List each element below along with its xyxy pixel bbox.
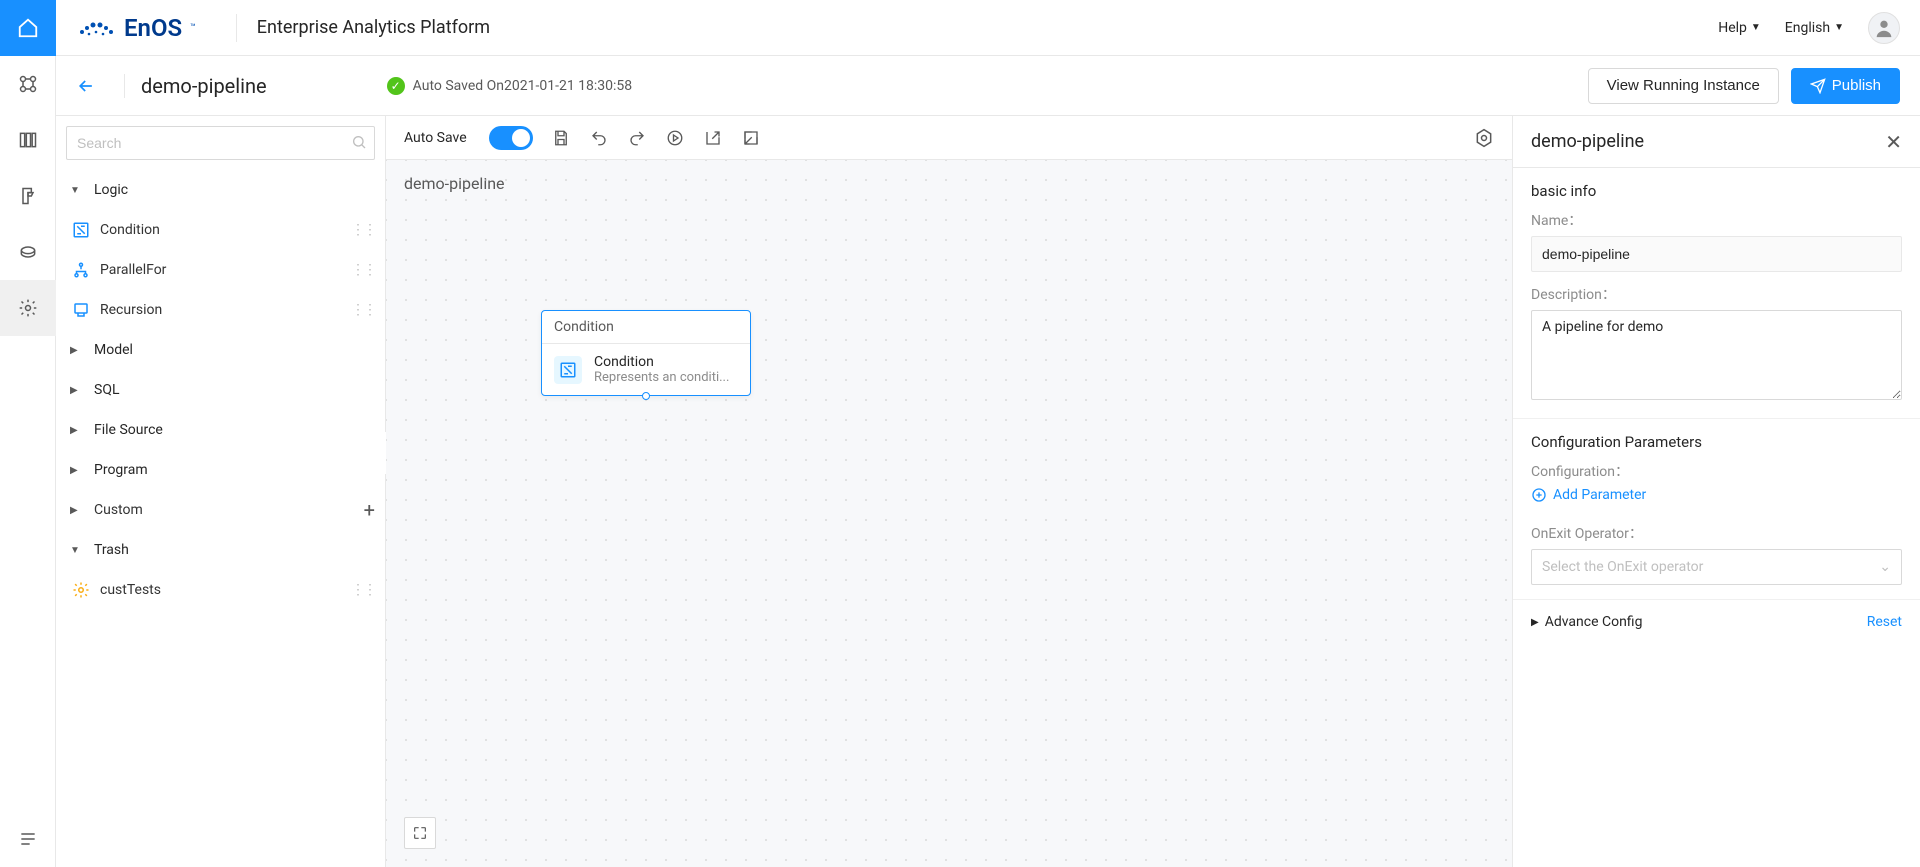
publish-button[interactable]: Publish <box>1791 68 1900 104</box>
chevron-down-icon: ⌄ <box>1879 559 1891 575</box>
node-desc: Represents an conditi... <box>594 370 729 385</box>
send-icon <box>1810 78 1826 94</box>
onexit-select[interactable]: Select the OnExit operator ⌄ <box>1531 549 1902 585</box>
recursion-icon <box>70 301 92 319</box>
condition-icon <box>554 356 582 384</box>
avatar[interactable] <box>1868 12 1900 44</box>
header: EnOS™ Enterprise Analytics Platform Help… <box>56 0 1920 56</box>
publish-label: Publish <box>1832 77 1881 94</box>
chevron-right-icon: ▶ <box>1531 617 1539 628</box>
tree-group-trash[interactable]: ▼Trash <box>56 530 385 570</box>
plus-circle-icon <box>1531 487 1547 503</box>
reset-button[interactable]: Reset <box>1867 614 1902 630</box>
view-running-instance-button[interactable]: View Running Instance <box>1588 68 1779 104</box>
nav-icon-3[interactable] <box>0 168 56 224</box>
config-params-heading: Configuration Parameters <box>1531 433 1902 451</box>
add-parameter-button[interactable]: Add Parameter <box>1531 487 1646 503</box>
description-textarea[interactable] <box>1531 310 1902 400</box>
canvas-title: demo-pipeline <box>404 174 505 193</box>
tree-group-model[interactable]: ▶Model <box>56 330 385 370</box>
tree-group-program[interactable]: ▶Program <box>56 450 385 490</box>
tree-item-parallelfor[interactable]: ParallelFor ⋮⋮ <box>56 250 385 290</box>
tree-group-custom[interactable]: ▶ Custom + <box>56 490 385 530</box>
drag-handle-icon[interactable]: ⋮⋮ <box>351 302 375 318</box>
onexit-label: OnExit Operator： <box>1531 523 1902 543</box>
language-dropdown[interactable]: English ▼ <box>1785 20 1844 36</box>
drag-handle-icon[interactable]: ⋮⋮ <box>351 222 375 238</box>
help-dropdown[interactable]: Help ▼ <box>1718 20 1761 36</box>
run-icon[interactable] <box>665 128 685 148</box>
check-circle-icon: ✓ <box>387 77 405 95</box>
nav-icon-4[interactable] <box>0 224 56 280</box>
basic-info-heading: basic info <box>1531 182 1902 200</box>
drag-handle-icon[interactable]: ⋮⋮ <box>351 582 375 598</box>
node-output-port[interactable] <box>642 392 650 400</box>
search-icon <box>351 134 367 150</box>
tree-group-file-source[interactable]: ▶File Source <box>56 410 385 450</box>
chevron-right-icon: ▶ <box>70 385 84 396</box>
home-icon[interactable] <box>0 0 56 56</box>
chevron-right-icon: ▶ <box>70 505 84 516</box>
undo-icon[interactable] <box>589 128 609 148</box>
import-icon[interactable] <box>741 128 761 148</box>
gear-icon <box>70 581 92 599</box>
tree-group-logic[interactable]: ▼Logic <box>56 170 385 210</box>
chevron-right-icon: ▶ <box>70 465 84 476</box>
pipeline-name: demo-pipeline <box>141 74 267 98</box>
condition-icon <box>70 221 92 239</box>
component-tree: ▼Logic Condition ⋮⋮ ParallelFor ⋮⋮ Recur… <box>56 170 385 867</box>
chevron-down-icon: ▼ <box>1834 22 1844 33</box>
plus-icon[interactable]: + <box>364 498 375 522</box>
nav-icon-collapse[interactable] <box>0 811 56 867</box>
drag-handle-icon[interactable]: ⋮⋮ <box>351 262 375 278</box>
canvas-wrap: Auto Save demo-pipeline Condition <box>386 116 1512 867</box>
tree-group-sql[interactable]: ▶SQL <box>56 370 385 410</box>
settings-hex-icon[interactable] <box>1474 128 1494 148</box>
auto-save-toggle[interactable] <box>489 126 533 150</box>
auto-save-text: Auto Saved On2021-01-21 18:30:58 <box>413 78 633 94</box>
node-title: Condition <box>594 354 729 370</box>
redo-icon[interactable] <box>627 128 647 148</box>
components-panel: ▼Logic Condition ⋮⋮ ParallelFor ⋮⋮ Recur… <box>56 116 386 867</box>
search-input[interactable] <box>66 126 375 160</box>
auto-save-status: ✓ Auto Saved On2021-01-21 18:30:58 <box>387 77 633 95</box>
chevron-down-icon: ▼ <box>70 545 84 556</box>
header-title: Enterprise Analytics Platform <box>257 17 490 38</box>
chevron-down-icon: ▼ <box>70 185 84 196</box>
name-input[interactable] <box>1531 236 1902 272</box>
chevron-right-icon: ▶ <box>70 425 84 436</box>
chevron-down-icon: ▼ <box>1751 22 1761 33</box>
canvas-toolbar: Auto Save <box>386 116 1512 160</box>
nav-icon-settings[interactable] <box>0 280 56 336</box>
canvas-node-condition[interactable]: Condition Condition Represents an condit… <box>541 310 751 396</box>
help-label: Help <box>1718 20 1747 36</box>
tree-item-condition[interactable]: Condition ⋮⋮ <box>56 210 385 250</box>
logo: EnOS™ <box>76 14 196 42</box>
language-label: English <box>1785 20 1830 36</box>
back-arrow-icon[interactable] <box>76 76 96 96</box>
description-label: Description： <box>1531 284 1902 304</box>
icon-sidebar <box>0 0 56 867</box>
fullscreen-button[interactable] <box>404 817 436 849</box>
save-icon[interactable] <box>551 128 571 148</box>
logo-icon <box>76 14 116 42</box>
tree-item-custtests[interactable]: custTests ⋮⋮ <box>56 570 385 610</box>
nav-icon-2[interactable] <box>0 112 56 168</box>
tree-item-recursion[interactable]: Recursion ⋮⋮ <box>56 290 385 330</box>
panel-title: demo-pipeline <box>1531 131 1644 152</box>
chevron-right-icon: ▶ <box>70 345 84 356</box>
name-label: Name： <box>1531 210 1902 230</box>
properties-panel: demo-pipeline ✕ basic info Name： Descrip… <box>1512 116 1920 867</box>
node-header: Condition <box>542 311 750 344</box>
export-icon[interactable] <box>703 128 723 148</box>
config-label: Configuration： <box>1531 461 1902 481</box>
nav-icon-1[interactable] <box>0 56 56 112</box>
subheader: demo-pipeline ✓ Auto Saved On2021-01-21 … <box>56 56 1920 116</box>
parallel-icon <box>70 261 92 279</box>
close-icon[interactable]: ✕ <box>1885 130 1902 154</box>
logo-text: EnOS <box>124 14 182 42</box>
advance-config-toggle[interactable]: ▶ Advance Config <box>1531 614 1642 630</box>
canvas[interactable]: demo-pipeline Condition Condition Repres… <box>386 160 1512 867</box>
auto-save-label: Auto Save <box>404 130 467 146</box>
